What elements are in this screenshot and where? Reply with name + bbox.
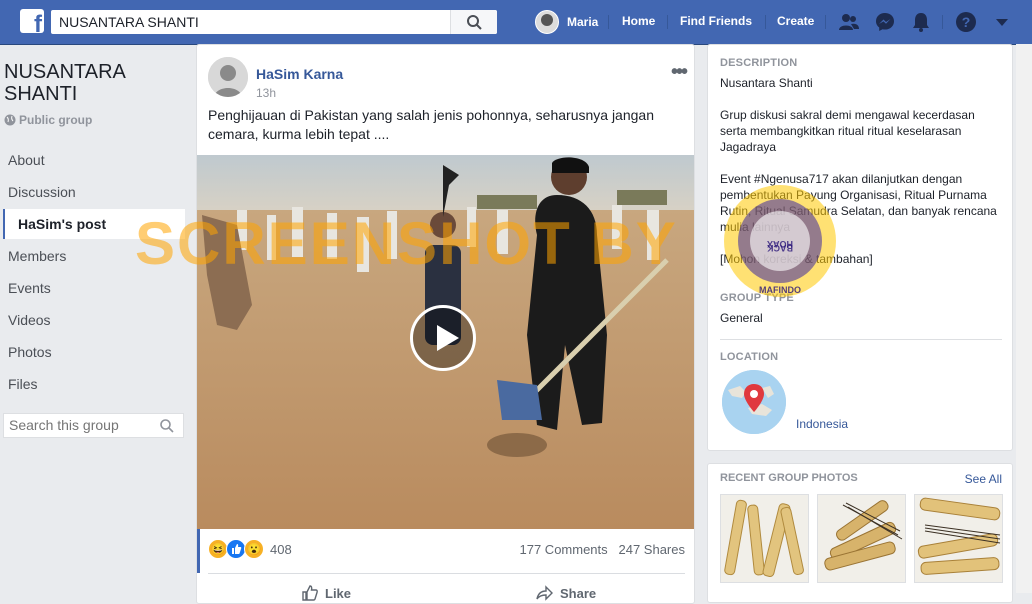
group-search-input[interactable] — [4, 414, 154, 436]
group-privacy-label: Public group — [19, 113, 93, 127]
author-photo — [208, 57, 248, 97]
menu-item-about[interactable]: About — [3, 145, 185, 175]
page-scrollbar[interactable] — [1016, 44, 1032, 593]
menu-item-videos[interactable]: Videos — [3, 305, 185, 335]
like-button[interactable]: Like — [301, 584, 351, 602]
recent-photo-thumbnail[interactable] — [817, 494, 906, 583]
play-button[interactable] — [410, 305, 476, 371]
recent-photos-card: RECENT GROUP PHOTOS See All — [707, 463, 1013, 603]
haha-reaction-icon: 😆 — [208, 539, 228, 559]
location-link[interactable]: Indonesia — [796, 417, 848, 431]
thumbs-up-icon — [302, 585, 318, 601]
menu-item-discussion[interactable]: Discussion — [3, 177, 185, 207]
post-card: HaSim Karna 13h ••• Penghijauan di Pakis… — [196, 44, 695, 604]
nav-divider — [825, 15, 826, 29]
notifications-bell-icon[interactable] — [910, 11, 932, 33]
svg-text:?: ? — [962, 14, 971, 30]
svg-text:MAFINDO: MAFINDO — [759, 285, 801, 295]
group-search-box[interactable] — [3, 413, 184, 438]
nav-divider — [608, 15, 609, 29]
post-text: Penghijauan di Pakistan yang salah jenis… — [208, 107, 654, 142]
like-label: Like — [325, 585, 352, 601]
account-menu-chevron-down-icon[interactable] — [991, 11, 1013, 33]
wow-reaction-icon: 😮 — [244, 539, 264, 559]
help-icon[interactable]: ? — [955, 11, 977, 33]
global-search-box[interactable] — [51, 10, 497, 34]
profile-link[interactable]: Maria — [535, 10, 598, 34]
group-name-heading[interactable]: NUSANTARA SHANTI — [4, 61, 184, 105]
home-link[interactable]: Home — [622, 14, 655, 28]
menu-item-photos[interactable]: Photos — [3, 337, 185, 367]
see-all-link[interactable]: See All — [965, 472, 1002, 486]
search-button[interactable] — [450, 10, 497, 34]
global-search-input[interactable] — [51, 10, 467, 34]
recent-photos-label: RECENT GROUP PHOTOS — [720, 472, 858, 484]
turnbackhoax-mafindo-badge-icon: BACK HOAX MAFINDO — [724, 185, 836, 297]
recent-photo-thumbnail[interactable] — [914, 494, 1003, 583]
location-map[interactable] — [722, 370, 786, 434]
post-options-more-icon[interactable]: ••• — [671, 61, 688, 84]
share-button[interactable]: Share — [536, 584, 596, 602]
comments-shares-counts: 177 Comments 247 Shares — [520, 542, 686, 557]
top-navigation-bar: f Maria Home Find Friends Create ? — [0, 0, 1032, 45]
map-pin-icon — [722, 370, 786, 434]
group-privacy: Public group — [4, 113, 92, 127]
reaction-count: 408 — [270, 541, 292, 557]
comments-count[interactable]: 177 Comments — [520, 542, 608, 557]
divider — [720, 339, 1002, 340]
create-link[interactable]: Create — [777, 14, 814, 28]
globe-icon — [4, 114, 16, 126]
menu-item-files[interactable]: Files — [3, 369, 185, 399]
recent-photo-thumbnail[interactable] — [720, 494, 809, 583]
avatar — [535, 10, 559, 34]
post-action-bar: Like Share — [208, 573, 685, 603]
nav-divider — [942, 15, 943, 29]
user-name: Maria — [567, 15, 599, 29]
share-label: Share — [560, 585, 597, 601]
find-friends-link[interactable]: Find Friends — [680, 14, 752, 28]
author-avatar[interactable] — [208, 57, 248, 97]
screenshot-watermark: SCREENSHOT BY — [135, 210, 678, 277]
friend-requests-icon[interactable] — [838, 11, 860, 33]
search-icon — [467, 15, 482, 30]
reactions-summary[interactable]: 😆 😮 408 — [208, 539, 292, 559]
messenger-icon[interactable] — [874, 11, 896, 33]
facebook-logo-icon[interactable]: f — [20, 9, 44, 33]
nav-divider — [667, 15, 668, 29]
like-reaction-icon — [226, 539, 246, 559]
share-icon — [536, 585, 553, 601]
post-engagement-summary: 😆 😮 408 177 Comments 247 Shares — [197, 529, 694, 573]
svg-text:HOAX: HOAX — [767, 239, 793, 249]
post-timestamp[interactable]: 13h — [256, 86, 276, 100]
shares-count[interactable]: 247 Shares — [619, 542, 686, 557]
post-author-name[interactable]: HaSim Karna — [256, 66, 343, 82]
nav-divider — [765, 15, 766, 29]
location-label: LOCATION — [720, 351, 779, 363]
description-label: DESCRIPTION — [720, 57, 798, 69]
search-icon[interactable] — [159, 418, 175, 434]
group-type-value: General — [720, 311, 763, 325]
